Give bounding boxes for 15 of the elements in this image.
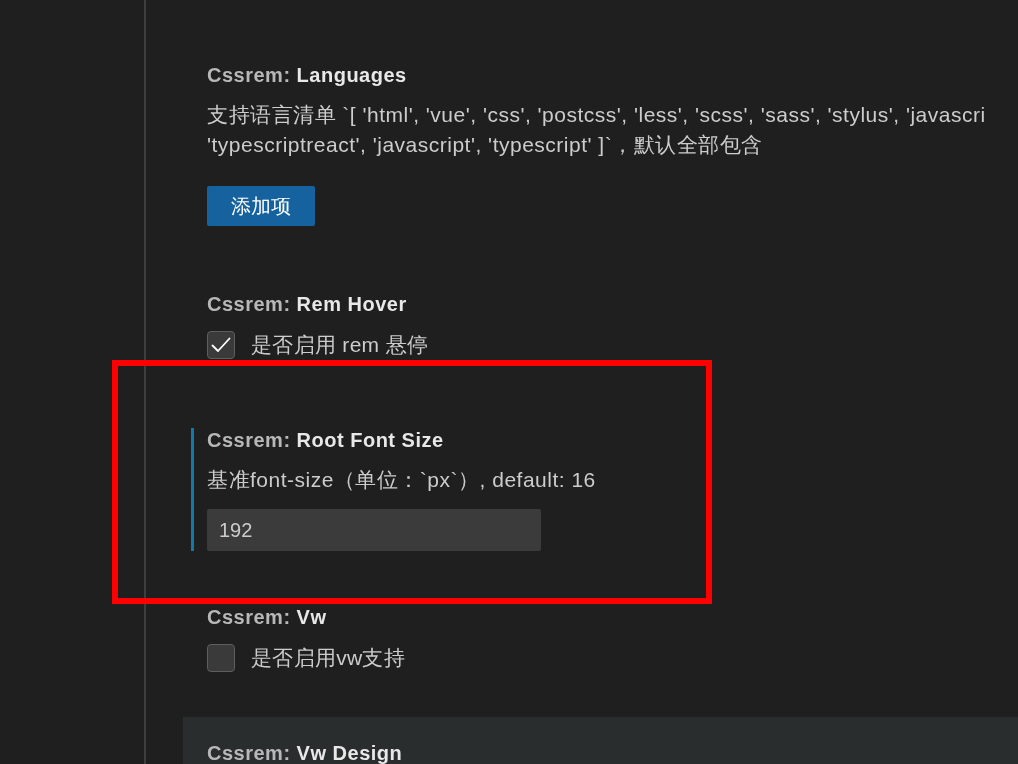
setting-description: 支持语言清单 `[ 'html', 'vue', 'css', 'postcss', 'less', 'scss', 'sass', 'stylus', 'javascri xyxy=(207,102,986,128)
setting-description: 'typescriptreact', 'javascript', 'typescript' ]`，默认全部包含 xyxy=(207,132,764,158)
checkbox-label: 是否启用vw支持 xyxy=(251,645,406,671)
add-item-button[interactable]: 添加项 xyxy=(207,186,315,226)
setting-title: Cssrem: Root Font Size xyxy=(207,428,444,452)
setting-title: Cssrem: Rem Hover xyxy=(207,292,407,316)
checkbox-label: 是否启用 rem 悬停 xyxy=(251,332,429,358)
checkbox[interactable] xyxy=(207,331,235,359)
setting-title: Cssrem: Vw xyxy=(207,605,327,629)
checkbox[interactable] xyxy=(207,644,235,672)
setting-description: 基准font-size（单位：`px`）, default: 16 xyxy=(207,467,596,493)
check-icon xyxy=(211,337,231,353)
input-field[interactable]: 192 xyxy=(207,509,541,551)
setting-title: Cssrem: Vw Design xyxy=(207,741,403,764)
setting-title: Cssrem: Languages xyxy=(207,63,407,87)
